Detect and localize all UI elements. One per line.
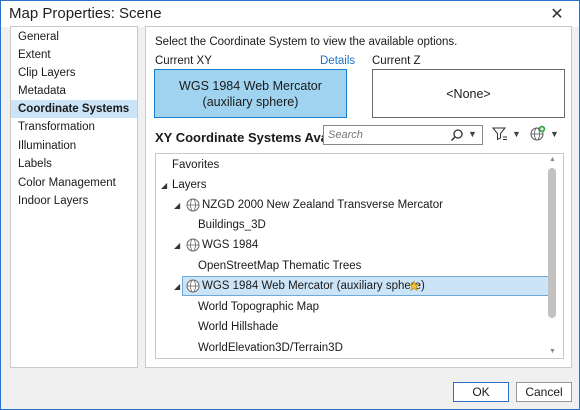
coordinate-systems-panel: Select the Coordinate System to view the… — [145, 26, 572, 368]
search-icon[interactable] — [450, 128, 464, 142]
add-chevron-icon[interactable]: ▼ — [550, 129, 559, 139]
nav-item-coordinate-systems[interactable]: Coordinate Systems — [11, 100, 137, 118]
nav-item-general[interactable]: General — [11, 28, 137, 46]
filter-chevron-icon[interactable]: ▼ — [512, 129, 521, 139]
nav-item-metadata[interactable]: Metadata — [11, 82, 137, 100]
coordinate-systems-tree: Favorites ◢ Layers ◢ NZGD 2000 New Zeala… — [155, 153, 564, 359]
filter-icon[interactable] — [492, 126, 508, 142]
current-xy-label: Current XY — [155, 55, 212, 67]
nav-item-color-management[interactable]: Color Management — [11, 174, 137, 192]
close-button[interactable]: ✕ — [541, 3, 573, 25]
expand-nzgd-icon[interactable]: ◢ — [174, 201, 180, 210]
tree-node-buildings-3d[interactable]: Buildings_3D — [198, 215, 266, 235]
nav-item-indoor-layers[interactable]: Indoor Layers — [11, 192, 137, 210]
scroll-up-icon[interactable]: ▲ — [549, 156, 556, 163]
current-z-box[interactable]: <None> — [372, 69, 565, 118]
globe-icon — [186, 238, 200, 252]
nav-item-transformation[interactable]: Transformation — [11, 118, 137, 136]
tree-scrollbar[interactable] — [548, 168, 556, 318]
properties-nav: General Extent Clip Layers Metadata Coor… — [10, 26, 138, 368]
scroll-down-icon[interactable]: ▼ — [549, 348, 556, 355]
title-bar: Map Properties: Scene ✕ — [1, 1, 579, 27]
nav-item-illumination[interactable]: Illumination — [11, 137, 137, 155]
tree-node-world-elevation[interactable]: WorldElevation3D/Terrain3D — [198, 338, 343, 358]
cancel-button[interactable]: Cancel — [516, 382, 572, 402]
current-xy-box[interactable]: WGS 1984 Web Mercator (auxiliary sphere) — [154, 69, 347, 118]
tree-node-layers[interactable]: Layers — [172, 175, 207, 195]
tree-node-osm-thematic-trees[interactable]: OpenStreetMap Thematic Trees — [198, 256, 361, 276]
search-input[interactable] — [326, 127, 444, 143]
expand-wgs1984-icon[interactable]: ◢ — [174, 241, 180, 250]
current-xy-name: WGS 1984 Web Mercator — [179, 78, 322, 93]
ok-button[interactable]: OK — [453, 382, 509, 402]
tree-node-world-topographic[interactable]: World Topographic Map — [198, 297, 319, 317]
current-z-label: Current Z — [372, 55, 421, 67]
tree-node-wgs1984[interactable]: WGS 1984 — [202, 235, 258, 255]
nav-item-extent[interactable]: Extent — [11, 46, 137, 64]
tree-node-nzgd[interactable]: NZGD 2000 New Zealand Transverse Mercato… — [202, 195, 443, 215]
search-box[interactable]: ▼ — [323, 125, 483, 145]
current-z-value: <None> — [446, 86, 491, 101]
nav-item-clip-layers[interactable]: Clip Layers — [11, 64, 137, 82]
map-properties-dialog: Map Properties: Scene ✕ General Extent C… — [0, 0, 580, 410]
current-xy-name-2: (auxiliary sphere) — [202, 94, 299, 109]
tree-node-web-mercator-selected[interactable]: WGS 1984 Web Mercator (auxiliary sphere) — [182, 276, 549, 296]
chevron-down-icon[interactable]: ▼ — [468, 129, 477, 139]
instruction-text: Select the Coordinate System to view the… — [155, 36, 458, 48]
tree-node-world-hillshade[interactable]: World Hillshade — [198, 317, 278, 337]
star-icon[interactable] — [408, 280, 420, 292]
globe-icon — [186, 279, 200, 293]
expand-web-mercator-icon[interactable]: ◢ — [174, 282, 180, 291]
tree-node-web-mercator-label: WGS 1984 Web Mercator (auxiliary sphere) — [202, 280, 425, 292]
nav-item-labels[interactable]: Labels — [11, 155, 137, 173]
expand-layers-icon[interactable]: ◢ — [161, 181, 167, 190]
window-title: Map Properties: Scene — [9, 5, 162, 22]
close-icon: ✕ — [550, 6, 564, 23]
details-link[interactable]: Details — [320, 55, 355, 67]
globe-icon — [186, 198, 200, 212]
tree-node-favorites[interactable]: Favorites — [172, 155, 219, 175]
globe-add-icon[interactable] — [530, 125, 546, 141]
